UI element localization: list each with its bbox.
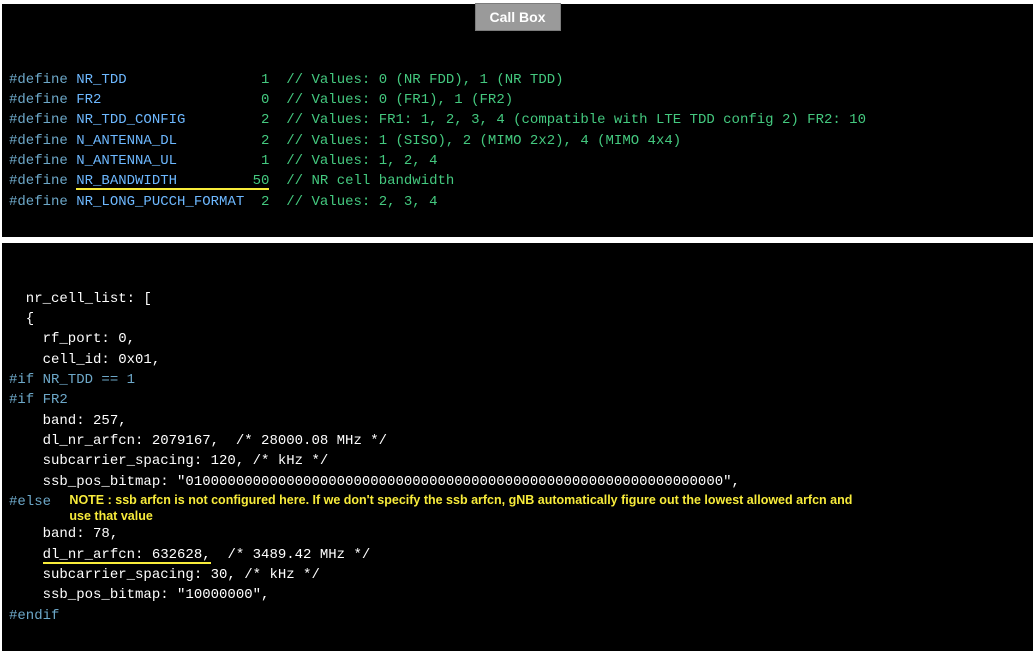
define-name: FR2 xyxy=(76,92,252,108)
dl-nr-arfcn-highlight: dl_nr_arfcn: 632628, xyxy=(43,548,211,564)
define-comment: // Values: 0 (FR1), 1 (FR2) xyxy=(286,92,513,108)
preproc-keyword: #define xyxy=(9,194,68,210)
code-line: dl_nr_arfcn: 2079167, /* 28000.08 MHz */ xyxy=(9,431,1026,451)
define-comment: // Values: 0 (NR FDD), 1 (NR TDD) xyxy=(286,72,563,88)
define-name: N_ANTENNA_UL xyxy=(76,153,252,169)
define-name: NR_TDD_CONFIG xyxy=(76,112,252,128)
defines-panel: Call Box #define NR_TDD 1 // Values: 0 (… xyxy=(2,4,1033,237)
define-comment: // Values: 1 (SISO), 2 (MIMO 2x2), 4 (MI… xyxy=(286,133,681,149)
define-name: N_ANTENNA_DL xyxy=(76,133,252,149)
define-value: 2 xyxy=(253,133,270,149)
ssb-arfcn-note: NOTE : ssb arfcn is not configured here.… xyxy=(59,492,859,525)
code-line: ssb_pos_bitmap: "10000000", xyxy=(9,585,1026,605)
code-line: dl_nr_arfcn: 632628, /* 3489.42 MHz */ xyxy=(9,545,1026,565)
preproc-keyword: #define xyxy=(9,92,68,108)
code-line: subcarrier_spacing: 120, /* kHz */ xyxy=(9,451,1026,471)
preproc-keyword: #define xyxy=(9,133,68,149)
config-panel: nr_cell_list: [ { rf_port: 0, cell_id: 0… xyxy=(2,243,1033,651)
define-value: 0 xyxy=(253,92,270,108)
define-line: #define NR_TDD 1 // Values: 0 (NR FDD), … xyxy=(9,70,1026,90)
preproc-keyword: #define xyxy=(9,72,68,88)
define-comment: // NR cell bandwidth xyxy=(286,173,454,189)
define-value: 2 xyxy=(253,194,270,210)
else-row: #else NOTE : ssb arfcn is not configured… xyxy=(9,492,1026,525)
define-line: #define NR_TDD_CONFIG 2 // Values: FR1: … xyxy=(9,110,1026,130)
code-line: band: 257, xyxy=(9,411,1026,431)
define-value: 2 xyxy=(253,112,270,128)
code-line: band: 78, xyxy=(9,524,1026,544)
code-line: ssb_pos_bitmap: "01000000000000000000000… xyxy=(9,472,1026,492)
define-comment: // Values: 2, 3, 4 xyxy=(286,194,437,210)
define-value: 50 xyxy=(253,173,270,189)
code-line: { xyxy=(9,309,1026,329)
define-name: NR_LONG_PUCCH_FORMAT xyxy=(76,194,252,210)
define-line: #define FR2 0 // Values: 0 (FR1), 1 (FR2… xyxy=(9,90,1026,110)
define-line: #define NR_LONG_PUCCH_FORMAT 2 // Values… xyxy=(9,192,1026,212)
define-comment: // Values: 1, 2, 4 xyxy=(286,153,437,169)
define-line: #define N_ANTENNA_UL 1 // Values: 1, 2, … xyxy=(9,151,1026,171)
define-value: 1 xyxy=(253,153,270,169)
define-name: NR_TDD xyxy=(76,72,252,88)
code-line: nr_cell_list: [ xyxy=(9,289,1026,309)
define-line: #define NR_BANDWIDTH 50 // NR cell bandw… xyxy=(9,171,1026,191)
define-line: #define N_ANTENNA_DL 2 // Values: 1 (SIS… xyxy=(9,131,1026,151)
code-line: rf_port: 0, xyxy=(9,329,1026,349)
code-line: cell_id: 0x01, xyxy=(9,350,1026,370)
preproc-keyword: #define xyxy=(9,173,68,189)
define-name: NR_BANDWIDTH xyxy=(76,173,252,189)
preproc-keyword: #define xyxy=(9,153,68,169)
code-line: subcarrier_spacing: 30, /* kHz */ xyxy=(9,565,1026,585)
preproc-line: #if NR_TDD == 1 xyxy=(9,370,1026,390)
define-comment: // Values: FR1: 1, 2, 3, 4 (compatible w… xyxy=(286,112,866,128)
preproc-line: #else xyxy=(9,494,51,510)
preproc-line: #if FR2 xyxy=(9,390,1026,410)
preproc-line: #endif xyxy=(9,606,1026,626)
preproc-keyword: #define xyxy=(9,112,68,128)
define-value: 1 xyxy=(253,72,270,88)
callbox-label: Call Box xyxy=(474,3,560,31)
